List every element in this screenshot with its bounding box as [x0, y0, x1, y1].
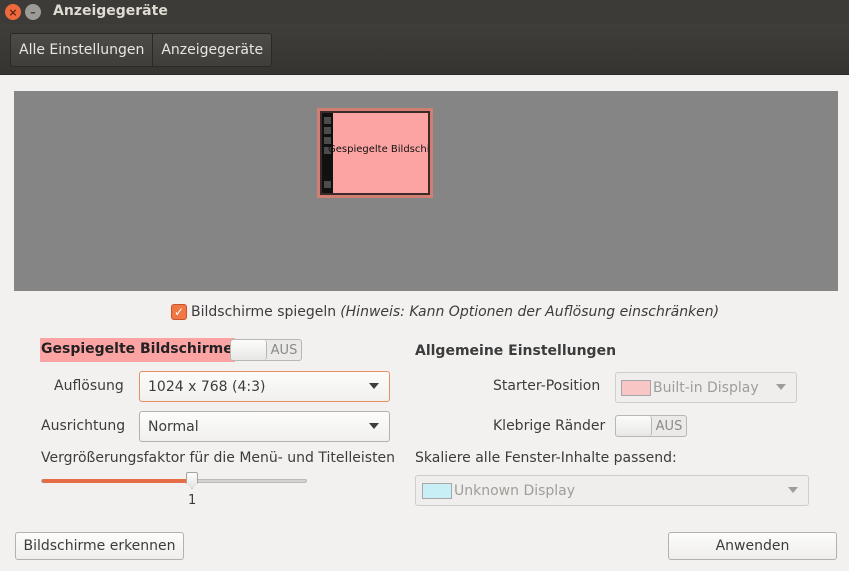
title-bar: × – Anzeigegeräte	[0, 0, 849, 24]
scale-all-dropdown[interactable]: Unknown Display	[415, 475, 809, 506]
mirror-checkbox[interactable]: ✓	[171, 304, 187, 320]
breadcrumb-displays[interactable]: Anzeigegeräte	[153, 34, 271, 66]
window-title: Anzeigegeräte	[53, 3, 168, 19]
chevron-down-icon	[788, 487, 798, 493]
mirror-label: Bildschirme spiegeln	[191, 304, 337, 320]
general-settings-heading: Allgemeine Einstellungen	[415, 343, 617, 359]
scale-all-value: Unknown Display	[454, 482, 576, 499]
scale-slider-track[interactable]	[41, 479, 307, 483]
toolbar: Alle Einstellungen Anzeigegeräte	[0, 24, 849, 75]
resolution-dropdown[interactable]: 1024 x 768 (4:3)	[139, 371, 390, 402]
monitor-power-switch[interactable]: AUS	[230, 339, 302, 361]
launcher-slot	[324, 137, 331, 144]
switch-state: AUS	[270, 342, 298, 358]
display-arrangement-area[interactable]: Gespiegelte Bildschirme	[14, 91, 838, 291]
scale-slider-handle[interactable]	[186, 472, 198, 489]
display-color-swatch	[621, 379, 651, 396]
chevron-down-icon	[369, 423, 379, 429]
switch-state: AUS	[655, 418, 683, 434]
monitor-preview[interactable]: Gespiegelte Bildschirme	[320, 111, 430, 195]
resolution-label: Auflösung	[54, 378, 124, 394]
launcher-position-dropdown[interactable]: Built-in Display	[615, 372, 797, 403]
launcher-position-value: Built-in Display	[653, 379, 759, 396]
chevron-down-icon	[776, 384, 786, 390]
mirror-displays-row[interactable]: ✓ Bildschirme spiegeln (Hinweis: Kann Op…	[171, 304, 719, 320]
monitor-preview-label: Gespiegelte Bildschirme	[328, 144, 430, 155]
launcher-slot	[324, 117, 331, 124]
scale-slider-value: 1	[188, 493, 197, 508]
detect-displays-button[interactable]: Bildschirme erkennen	[15, 532, 184, 560]
sticky-edges-switch[interactable]: AUS	[615, 415, 687, 437]
rotation-value: Normal	[148, 418, 199, 435]
scale-factor-label: Vergrößerungsfaktor für die Menü- und Ti…	[41, 450, 396, 466]
launcher-slot	[324, 181, 331, 188]
apply-button[interactable]: Anwenden	[668, 532, 837, 560]
breadcrumb: Alle Einstellungen Anzeigegeräte	[10, 33, 273, 67]
display-color-swatch	[422, 482, 452, 499]
launcher-position-label: Starter-Position	[493, 378, 601, 394]
resolution-value: 1024 x 768 (4:3)	[148, 378, 266, 395]
close-icon[interactable]: ×	[5, 4, 21, 20]
minimize-icon[interactable]: –	[25, 4, 41, 20]
launcher-slot	[324, 127, 331, 134]
scale-slider-fill	[42, 479, 193, 483]
sticky-edges-label: Klebrige Ränder	[493, 418, 606, 434]
chevron-down-icon	[369, 383, 379, 389]
switch-knob	[616, 416, 652, 436]
rotation-label: Ausrichtung	[41, 418, 126, 434]
monitor-name-heading: Gespiegelte Bildschirme	[40, 338, 235, 362]
mirror-hint: (Hinweis: Kann Optionen der Auflösung ei…	[340, 304, 720, 320]
rotation-dropdown[interactable]: Normal	[139, 411, 390, 442]
breadcrumb-all-settings[interactable]: Alle Einstellungen	[11, 34, 154, 66]
scale-all-label: Skaliere alle Fenster-Inhalte passend:	[415, 450, 677, 466]
switch-knob	[231, 340, 267, 360]
